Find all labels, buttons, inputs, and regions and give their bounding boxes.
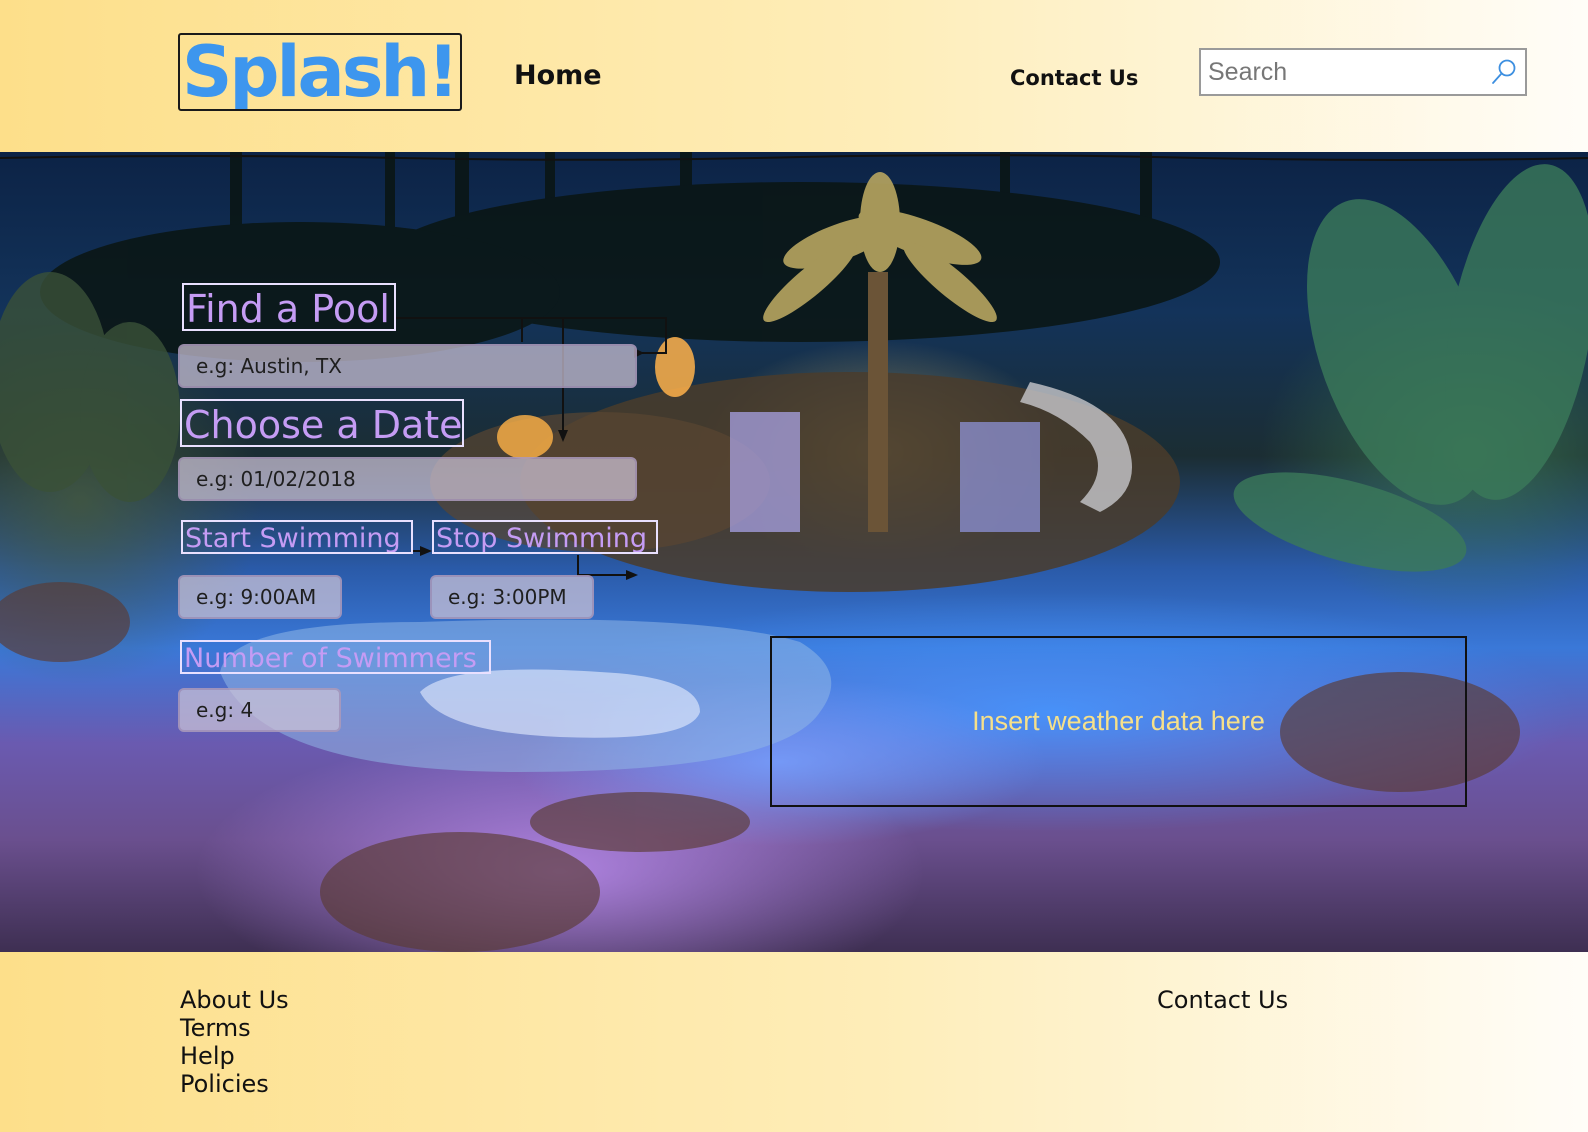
- nav-home-link[interactable]: Home: [514, 60, 602, 91]
- footer-link-help[interactable]: Help: [180, 1042, 289, 1070]
- search-box: [1199, 48, 1527, 96]
- choose-date-label: Choose a Date: [180, 399, 464, 447]
- footer-link-about[interactable]: About Us: [180, 986, 289, 1014]
- hero-section: Find a Pool Choose a Date Start Swimming…: [0, 152, 1588, 952]
- logo[interactable]: Splash!: [178, 33, 462, 111]
- search-icon[interactable]: [1489, 57, 1519, 87]
- footer-contact-link[interactable]: Contact Us: [1157, 986, 1288, 1014]
- date-input[interactable]: [178, 457, 637, 501]
- nav-contact-link[interactable]: Contact Us: [1010, 66, 1138, 90]
- location-input[interactable]: [178, 344, 637, 388]
- start-time-input[interactable]: [178, 575, 342, 619]
- stop-swimming-label: Stop Swimming: [432, 520, 658, 554]
- swimmers-label: Number of Swimmers: [180, 640, 491, 674]
- weather-placeholder-text: Insert weather data here: [972, 706, 1265, 736]
- site-header: Splash! Home Contact Us: [0, 0, 1588, 152]
- stop-time-input[interactable]: [430, 575, 594, 619]
- footer-links: About Us Terms Help Policies: [180, 986, 289, 1098]
- swimmers-input[interactable]: [178, 688, 341, 732]
- site-footer: About Us Terms Help Policies Contact Us: [0, 952, 1588, 1132]
- start-swimming-label: Start Swimming: [181, 520, 413, 554]
- footer-link-terms[interactable]: Terms: [180, 1014, 289, 1042]
- weather-panel: Insert weather data here: [770, 636, 1467, 807]
- find-pool-label: Find a Pool: [182, 283, 396, 331]
- footer-link-policies[interactable]: Policies: [180, 1070, 289, 1098]
- search-input[interactable]: [1201, 50, 1481, 94]
